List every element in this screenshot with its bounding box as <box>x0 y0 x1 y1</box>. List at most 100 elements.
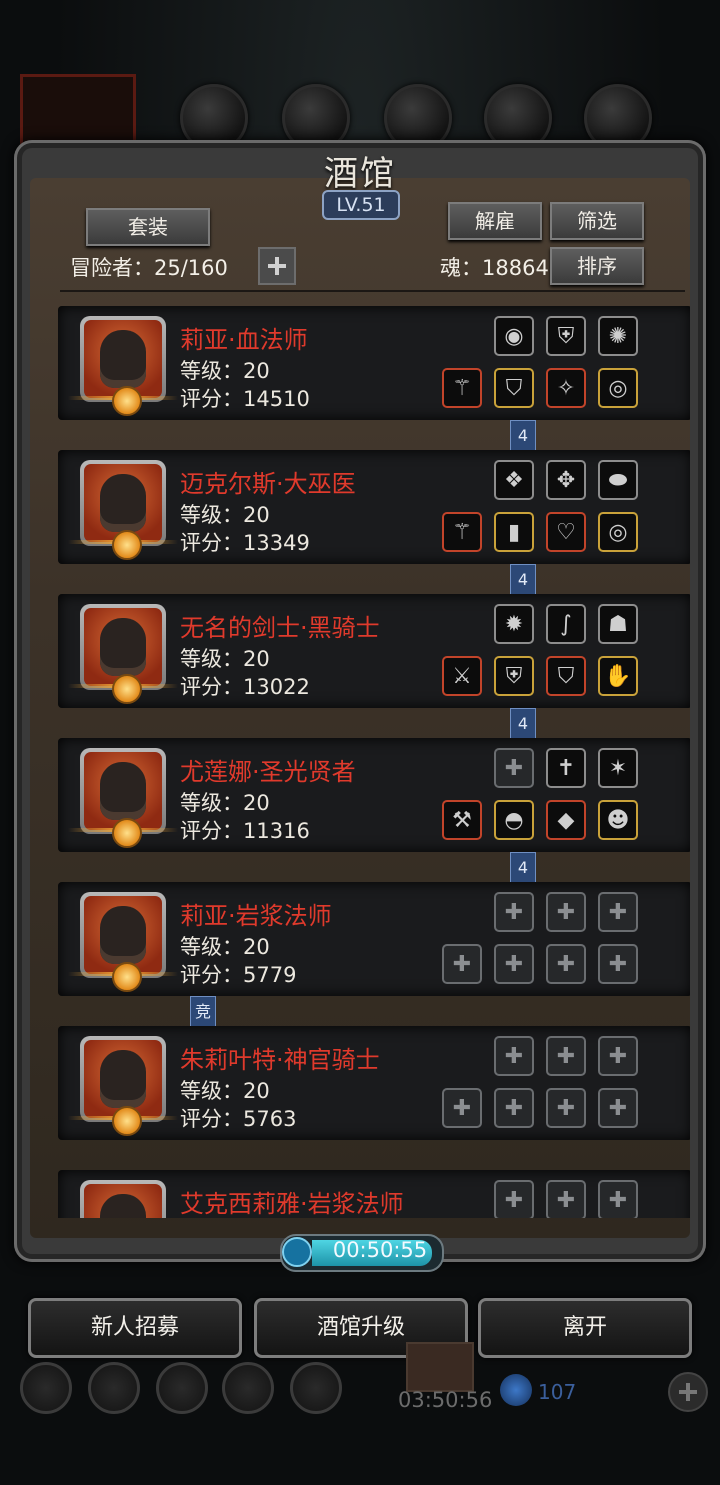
gem-icon[interactable]: ⬬ <box>598 460 638 500</box>
boots-icon[interactable]: ✧ <box>546 368 586 408</box>
hero-level: 等级：20 <box>180 503 270 527</box>
tavern-level-badge: LV.51 <box>322 190 400 220</box>
hero-face-icon <box>100 1050 146 1108</box>
settings-gear-icon[interactable] <box>20 1362 72 1414</box>
rank-medal-icon <box>112 386 142 416</box>
hero-name: 尤莲娜·圣光贤者 <box>180 758 356 786</box>
staff-icon[interactable]: ⚚ <box>442 368 482 408</box>
shield-icon[interactable]: ⛉ <box>494 368 534 408</box>
hero-card[interactable]: 莉亚·岩浆法师 等级：20 评分：5779 ✚ ✚ ✚ ✚ ✚ ✚ ✚ 竞 <box>58 876 690 1028</box>
hero-name: 艾克西莉雅·岩浆法师 <box>180 1190 404 1218</box>
add-gems-button[interactable] <box>668 1372 708 1412</box>
cross-icon[interactable]: ✝ <box>546 748 586 788</box>
hero-level: 等级：20 <box>180 1079 270 1103</box>
sort-button[interactable]: 排序 <box>550 247 644 285</box>
hero-score: 评分：14510 <box>180 387 310 411</box>
chest-icon[interactable] <box>406 1342 474 1392</box>
amulet-icon[interactable]: ✺ <box>598 316 638 356</box>
emerald-icon[interactable]: ◆ <box>546 800 586 840</box>
hero-name: 莉亚·血法师 <box>180 326 308 354</box>
hero-score: 评分：11316 <box>180 819 310 843</box>
hero-level: 等级：20 <box>180 791 270 815</box>
guild-icon[interactable] <box>156 1362 208 1414</box>
fire-icon[interactable]: ✹ <box>494 604 534 644</box>
crystal-icon[interactable]: ❖ <box>494 460 534 500</box>
rank-medal-icon <box>112 818 142 848</box>
hero-card[interactable]: 朱莉叶特·神官骑士 等级：20 评分：5763 ✚ ✚ ✚ ✚ ✚ ✚ ✚ <box>58 1020 690 1144</box>
quest-icon[interactable] <box>290 1362 342 1414</box>
hero-portrait[interactable] <box>80 1180 166 1218</box>
dismiss-button[interactable]: 解雇 <box>448 202 542 240</box>
dock-timer: 03:50:56 <box>398 1388 493 1412</box>
empty-slot[interactable]: ✚ <box>598 1036 638 1076</box>
rank-medal-icon <box>112 962 142 992</box>
hero-score: 评分：13349 <box>180 531 310 555</box>
empty-slot[interactable]: ✚ <box>546 1036 586 1076</box>
whip-icon[interactable]: ∫ <box>546 604 586 644</box>
empty-slot[interactable]: ✚ <box>598 944 638 984</box>
gauntlet-icon[interactable]: ✋ <box>598 656 638 696</box>
empty-slot[interactable]: ✚ <box>546 892 586 932</box>
adventurer-count: 冒险者：25/160 <box>70 256 228 280</box>
hero-face-icon <box>100 1194 146 1218</box>
rank-medal-icon <box>112 1106 142 1136</box>
empty-slot[interactable]: ✚ <box>494 748 534 788</box>
empty-slot[interactable]: ✚ <box>494 1088 534 1128</box>
mail-icon[interactable] <box>222 1362 274 1414</box>
empty-slot[interactable]: ✚ <box>442 1088 482 1128</box>
empty-slot[interactable]: ✚ <box>598 1180 638 1218</box>
hero-score: 评分：5779 <box>180 963 297 987</box>
sword-icon[interactable]: ⚔ <box>442 656 482 696</box>
recruit-button[interactable]: 新人招募 <box>28 1298 242 1358</box>
hero-card[interactable]: 尤莲娜·圣光贤者 等级：20 评分：11316 ✚ ✝ ✶ ⚒ ◓ ◆ ☻ 4 <box>58 732 690 884</box>
hero-level: 等级：20 <box>180 647 270 671</box>
empty-slot[interactable]: ✚ <box>598 1088 638 1128</box>
rank-medal-icon <box>112 674 142 704</box>
hero-card[interactable]: 迈克尔斯·大巫医 等级：20 评分：13349 ❖ ✥ ⬬ ⚚ ▮ ♡ ◎ 4 <box>58 444 690 596</box>
empty-slot[interactable]: ✚ <box>494 1036 534 1076</box>
armor-icon[interactable]: ⛨ <box>546 316 586 356</box>
hero-card[interactable]: 艾克西莉雅·岩浆法师 ✚ ✚ ✚ <box>58 1164 690 1218</box>
crest-icon[interactable]: ✶ <box>598 748 638 788</box>
hammer-icon[interactable]: ⚒ <box>442 800 482 840</box>
shield-icon[interactable]: ⛉ <box>546 656 586 696</box>
hero-list[interactable]: 莉亚·血法师 等级：20 评分：14510 ◉ ⛨ ✺ ⚚ ⛉ ✧ ◎ 4 迈克尔斯·大巫医 等… <box>30 296 690 1218</box>
header-divider <box>60 290 685 292</box>
empty-slot[interactable]: ✚ <box>494 944 534 984</box>
gem-icon <box>500 1374 532 1406</box>
staff-icon[interactable]: ⚚ <box>442 512 482 552</box>
mask-icon[interactable]: ☻ <box>598 800 638 840</box>
empty-slot[interactable]: ✚ <box>546 1180 586 1218</box>
add-capacity-button[interactable] <box>258 247 296 285</box>
robe-icon[interactable]: ✥ <box>546 460 586 500</box>
empty-slot[interactable]: ✚ <box>494 892 534 932</box>
hero-face-icon <box>100 762 146 820</box>
armor-icon[interactable]: ⛨ <box>494 656 534 696</box>
ring-icon[interactable]: ◎ <box>598 512 638 552</box>
lantern-icon[interactable]: ☗ <box>598 604 638 644</box>
empty-slot[interactable]: ✚ <box>546 944 586 984</box>
hero-level: 等级：20 <box>180 359 270 383</box>
rank-icon[interactable] <box>88 1362 140 1414</box>
leave-button[interactable]: 离开 <box>478 1298 692 1358</box>
panel-title: 酒馆 <box>324 154 396 194</box>
ring-icon[interactable]: ◎ <box>598 368 638 408</box>
empty-slot[interactable]: ✚ <box>546 1088 586 1128</box>
hero-name: 莉亚·岩浆法师 <box>180 902 332 930</box>
hero-card[interactable]: 无名的剑士·黑骑士 等级：20 评分：13022 ✹ ∫ ☗ ⚔ ⛨ ⛉ ✋ 4 <box>58 588 690 740</box>
hero-name: 朱莉叶特·神官骑士 <box>180 1046 380 1074</box>
hero-score: 评分：13022 <box>180 675 310 699</box>
set-button[interactable]: 套装 <box>86 208 210 246</box>
soul-count: 魂：18864 <box>440 256 549 280</box>
hero-card[interactable]: 莉亚·血法师 等级：20 评分：14510 ◉ ⛨ ✺ ⚚ ⛉ ✧ ◎ 4 <box>58 300 690 452</box>
empty-slot[interactable]: ✚ <box>494 1180 534 1218</box>
necklace-icon[interactable]: ♡ <box>546 512 586 552</box>
helmet-icon[interactable]: ◓ <box>494 800 534 840</box>
empty-slot[interactable]: ✚ <box>442 944 482 984</box>
filter-button[interactable]: 筛选 <box>550 202 644 240</box>
empty-slot[interactable]: ✚ <box>598 892 638 932</box>
orb-icon[interactable]: ◉ <box>494 316 534 356</box>
pants-icon[interactable]: ▮ <box>494 512 534 552</box>
hero-face-icon <box>100 330 146 388</box>
hero-face-icon <box>100 618 146 676</box>
